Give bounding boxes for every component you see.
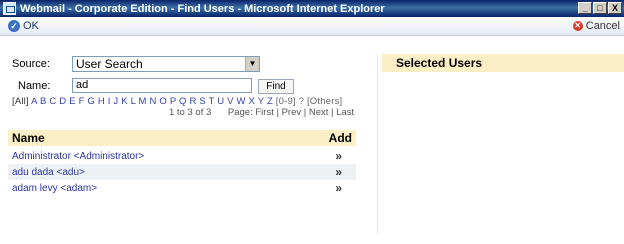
- ie-window-icon: [3, 2, 16, 15]
- name-search-input[interactable]: ad: [72, 78, 252, 93]
- add-user-button[interactable]: »: [335, 181, 342, 195]
- dropdown-arrow-icon[interactable]: ▼: [245, 57, 259, 71]
- check-icon: ✓: [8, 20, 20, 32]
- results-table-header: Name Add: [8, 130, 356, 146]
- close-button[interactable]: X: [608, 2, 622, 14]
- dialog-toolbar: ✓ OK ✕ Cancel: [0, 17, 624, 36]
- find-button[interactable]: Find: [258, 79, 294, 94]
- add-user-button[interactable]: »: [335, 149, 342, 163]
- source-row: Source: User Search ▼: [12, 56, 312, 72]
- name-label: Name:: [18, 80, 51, 92]
- user-link[interactable]: Administrator <Administrator>: [12, 151, 144, 162]
- window-controls: _ □ X: [578, 2, 622, 14]
- add-column-header: Add: [328, 131, 352, 145]
- result-count: 1 to 3 of 3: [169, 107, 212, 118]
- page-links[interactable]: Page: First | Prev | Next | Last: [228, 107, 354, 118]
- maximize-button[interactable]: □: [593, 2, 607, 14]
- window-title: Webmail - Corporate Edition - Find Users…: [20, 2, 385, 15]
- minimize-button[interactable]: _: [578, 2, 592, 14]
- panel-divider: [377, 54, 378, 234]
- selected-users-title: Selected Users: [396, 56, 483, 70]
- cancel-label: Cancel: [585, 20, 620, 32]
- alpha-letter-links[interactable]: A B C D E F G H I J K L M N O P Q R S T …: [31, 96, 273, 107]
- name-column-header: Name: [12, 131, 45, 145]
- ok-label: OK: [23, 20, 39, 32]
- alphabet-filter: [All] A B C D E F G H I J K L M N O P Q …: [12, 96, 342, 107]
- source-select[interactable]: User Search ▼: [72, 56, 260, 72]
- selected-users-header: Selected Users: [382, 54, 624, 72]
- user-link[interactable]: adam levy <adam>: [12, 183, 97, 194]
- alpha-all-link[interactable]: [All]: [12, 96, 29, 107]
- user-link[interactable]: adu dada <adu>: [12, 167, 85, 178]
- source-select-value: User Search: [76, 57, 143, 71]
- cancel-button[interactable]: ✕ Cancel: [572, 20, 620, 32]
- alpha-other-links[interactable]: [0-9] ? [Others]: [276, 96, 343, 107]
- add-user-button[interactable]: »: [335, 165, 342, 179]
- results-list: Administrator <Administrator> » adu dada…: [8, 148, 356, 196]
- pagination: 1 to 3 of 3 Page: First | Prev | Next | …: [169, 107, 354, 118]
- cancel-icon: ✕: [572, 21, 583, 31]
- window-titlebar: Webmail - Corporate Edition - Find Users…: [0, 0, 624, 17]
- table-row: adu dada <adu> »: [8, 164, 356, 180]
- name-row: Name: ad Find: [12, 78, 312, 94]
- table-row: Administrator <Administrator> »: [8, 148, 356, 164]
- table-row: adam levy <adam> »: [8, 180, 356, 196]
- ok-button[interactable]: ✓ OK: [8, 20, 39, 32]
- source-label: Source:: [12, 58, 50, 70]
